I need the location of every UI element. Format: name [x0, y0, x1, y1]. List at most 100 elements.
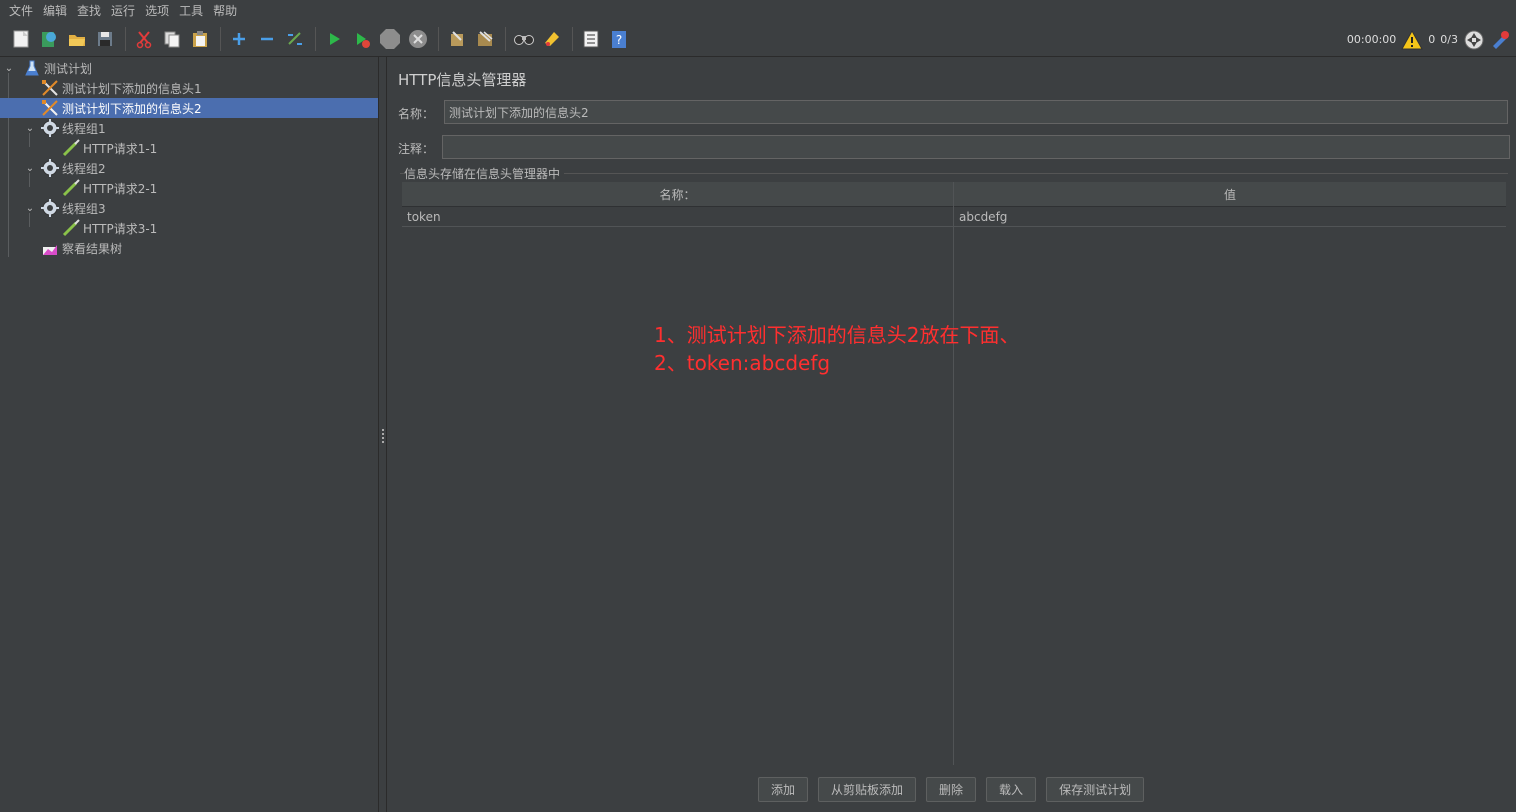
collapse-icon[interactable] [254, 26, 280, 52]
menu-run[interactable]: 运行 [106, 0, 140, 22]
warning-icon[interactable] [1401, 29, 1424, 50]
toolbar-separator [220, 27, 221, 51]
menu-options[interactable]: 选项 [140, 0, 174, 22]
remote-icon[interactable] [1463, 29, 1485, 51]
toggle-icon[interactable] [282, 26, 308, 52]
open-icon[interactable] [64, 26, 90, 52]
tree-item-test-plan[interactable]: ⌄ 测试计划 [0, 58, 378, 78]
thread-count: 0/3 [1440, 33, 1458, 46]
group-border [400, 173, 1508, 174]
header-manager-panel: HTTP信息头管理器 名称： 注释： 信息头存储在信息头管理器中 名称： 值 t… [388, 57, 1516, 812]
chevron-down-icon[interactable]: ⌄ [24, 203, 36, 214]
warning-count: 0 [1428, 33, 1436, 46]
headers-table[interactable]: 名称： 值 token abcdefg [402, 182, 1506, 765]
column-header-value[interactable]: 值 [954, 182, 1506, 207]
tree-item-http-request-2-1[interactable]: HTTP请求2-1 [0, 178, 378, 198]
comment-field[interactable] [442, 135, 1510, 159]
tree-item-label: 线程组1 [62, 121, 106, 136]
thread-group-icon [41, 199, 59, 217]
tree-item-label: 测试计划下添加的信息头1 [62, 81, 202, 96]
toolbar-separator [505, 27, 506, 51]
new-icon[interactable] [8, 26, 34, 52]
table-header: 名称： 值 [402, 182, 1506, 207]
menu-edit[interactable]: 编辑 [38, 0, 72, 22]
load-button[interactable]: 载入 [986, 777, 1037, 802]
button-bar: 添加 从剪贴板添加 删除 载入 保存测试计划 [758, 777, 1145, 802]
table-cell-value[interactable]: abcdefg [954, 207, 1506, 227]
menu-tools[interactable]: 工具 [174, 0, 208, 22]
menu-bar: 文件 编辑 查找 运行 选项 工具 帮助 [0, 0, 1516, 22]
http-sampler-icon [62, 219, 80, 237]
header-manager-icon [41, 99, 59, 117]
save-icon[interactable] [92, 26, 118, 52]
templates-icon[interactable] [36, 26, 62, 52]
start-icon[interactable] [321, 26, 347, 52]
tree-item-http-request-3-1[interactable]: HTTP请求3-1 [0, 218, 378, 238]
table-cell-name[interactable]: token [402, 207, 953, 227]
delete-button[interactable]: 删除 [926, 777, 977, 802]
toolbar: ? 00:00:00 0 0/3 [0, 22, 1516, 57]
group-title: 信息头存储在信息头管理器中 [404, 165, 565, 182]
shutdown-icon[interactable] [405, 26, 431, 52]
annotation-text: 1、测试计划下添加的信息头2放在下面、 2、token:abcdefg [654, 321, 1019, 377]
toolbar-separator [572, 27, 573, 51]
expand-icon[interactable] [226, 26, 252, 52]
tree-item-http-request-1-1[interactable]: HTTP请求1-1 [0, 138, 378, 158]
clear-icon[interactable] [444, 26, 470, 52]
tree-item-thread-group-1[interactable]: ⌄ 线程组1 [0, 118, 378, 138]
start-no-pause-icon[interactable] [349, 26, 375, 52]
log-viewer-icon[interactable] [1490, 30, 1510, 50]
thread-group-icon [41, 119, 59, 137]
cut-icon[interactable] [131, 26, 157, 52]
name-field[interactable] [444, 100, 1508, 124]
tree-item-thread-group-3[interactable]: ⌄ 线程组3 [0, 198, 378, 218]
drag-handle-icon[interactable] [382, 429, 384, 443]
table-row[interactable]: token abcdefg [402, 207, 1506, 227]
column-header-name[interactable]: 名称： [402, 182, 953, 207]
chevron-down-icon[interactable]: ⌄ [24, 123, 36, 134]
chevron-down-icon[interactable]: ⌄ [3, 63, 15, 74]
menu-search[interactable]: 查找 [72, 0, 106, 22]
tree-item-label: 测试计划 [44, 61, 93, 76]
search-icon[interactable] [511, 26, 537, 52]
thread-group-icon [41, 159, 59, 177]
toolbar-separator [315, 27, 316, 51]
tree-item-label: HTTP请求3-1 [83, 221, 158, 236]
stop-icon[interactable] [377, 26, 403, 52]
toolbar-separator [438, 27, 439, 51]
tree-item-label: HTTP请求2-1 [83, 181, 158, 196]
toolbar-status: 00:00:00 0 0/3 [1347, 22, 1510, 57]
svg-text:?: ? [616, 33, 622, 47]
add-from-clipboard-button[interactable]: 从剪贴板添加 [818, 777, 917, 802]
http-sampler-icon [62, 179, 80, 197]
save-test-plan-button[interactable]: 保存测试计划 [1046, 777, 1145, 802]
tree-item-view-results-tree[interactable]: 察看结果树 [0, 238, 378, 258]
page-title: HTTP信息头管理器 [398, 71, 527, 89]
split-pane-divider[interactable] [378, 57, 387, 812]
header-manager-icon [41, 79, 59, 97]
name-label: 名称： [398, 107, 435, 121]
tree-item-header-manager-2[interactable]: 测试计划下添加的信息头2 [0, 98, 378, 118]
annotation-line-2: 2、token:abcdefg [654, 351, 831, 375]
tree-item-thread-group-2[interactable]: ⌄ 线程组2 [0, 158, 378, 178]
clear-all-icon[interactable] [472, 26, 498, 52]
function-helper-icon[interactable] [578, 26, 604, 52]
help-icon[interactable]: ? [606, 26, 632, 52]
chevron-down-icon[interactable]: ⌄ [24, 163, 36, 174]
tree-item-header-manager-1[interactable]: 测试计划下添加的信息头1 [0, 78, 378, 98]
tree-item-label: HTTP请求1-1 [83, 141, 158, 156]
test-plan-icon [23, 59, 41, 77]
menu-file[interactable]: 文件 [4, 0, 38, 22]
add-button[interactable]: 添加 [758, 777, 809, 802]
tree-item-label: 察看结果树 [62, 241, 123, 256]
toolbar-separator [125, 27, 126, 51]
test-plan-tree: ⌄ 测试计划 测试计划下添加的信息头1 测试计划下添加的信息头2 ⌄ 线程组1 … [0, 57, 378, 812]
annotation-line-1: 1、测试计划下添加的信息头2放在下面、 [654, 323, 1020, 347]
result-tree-icon [41, 239, 59, 257]
copy-icon[interactable] [159, 26, 185, 52]
paste-icon[interactable] [187, 26, 213, 52]
menu-help[interactable]: 帮助 [208, 0, 242, 22]
tree-item-label: 线程组2 [62, 161, 106, 176]
reset-search-icon[interactable] [539, 26, 565, 52]
tree-item-label: 测试计划下添加的信息头2 [62, 101, 202, 116]
